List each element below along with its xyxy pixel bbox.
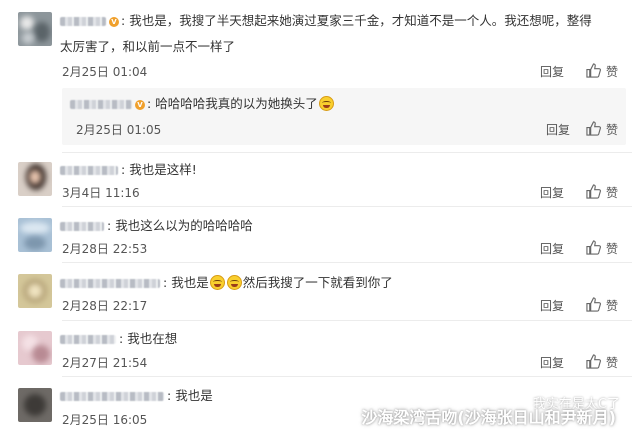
thumb-up-icon (586, 184, 601, 199)
comment-body: : 我也是这样! (60, 159, 197, 180)
laughing-emoji-icon (209, 275, 225, 290)
comment-text: 我也是 (171, 275, 209, 290)
avatar[interactable] (18, 162, 52, 196)
comment-text-continued: 太厉害了，和以前一点不一样了 (60, 39, 236, 54)
thumb-up-icon (586, 240, 601, 255)
like-button[interactable]: 赞 (586, 240, 618, 257)
avatar[interactable] (18, 218, 52, 252)
avatar[interactable] (18, 331, 52, 365)
username[interactable] (60, 17, 106, 26)
username[interactable] (60, 166, 118, 175)
like-button[interactable]: 赞 (586, 297, 618, 314)
comment-text: 我也是这样! (129, 162, 197, 177)
comment-time: 2月28日 22:53 (62, 242, 148, 256)
comment-body: : 我也在想 (60, 328, 177, 349)
verified-badge-icon: V (135, 99, 145, 110)
username[interactable] (70, 100, 132, 109)
thumb-up-icon (586, 121, 601, 136)
laughing-emoji-icon (226, 275, 242, 290)
comment-body: V: 我也是，我搜了半天想起来她演过夏家三千金，才知道不是一个人。我还想呢，整得 (60, 10, 592, 31)
thumb-up-icon (586, 354, 601, 369)
laughing-emoji-icon (318, 96, 334, 111)
reply-button[interactable]: 回复 (540, 354, 564, 371)
comment-time: 2月28日 22:17 (62, 299, 148, 313)
reply-button[interactable]: 回复 (540, 297, 564, 314)
comment-time: 2月27日 21:54 (62, 356, 148, 370)
comment-text: 我也是，我搜了半天想起来她演过夏家三千金，才知道不是一个人。我还想呢，整得 (129, 13, 592, 28)
divider (62, 262, 632, 263)
like-button[interactable]: 赞 (586, 354, 618, 371)
divider (62, 152, 632, 153)
username[interactable] (60, 392, 164, 401)
sub-reply-text: 哈哈哈哈我真的以为她换头了 (155, 96, 318, 111)
comment-text: 我也是 (175, 388, 213, 403)
sub-reply-body: V: 哈哈哈哈我真的以为她换头了 (70, 93, 335, 114)
thumb-up-icon (586, 297, 601, 312)
verified-badge-icon: V (109, 16, 119, 27)
like-button[interactable]: 赞 (586, 184, 618, 201)
reply-button[interactable]: 回复 (540, 184, 564, 201)
avatar[interactable] (18, 274, 52, 308)
comment-body: : 我也是 (60, 385, 213, 406)
comment-time: 3月4日 11:16 (62, 186, 140, 200)
comment-time: 2月25日 16:05 (62, 413, 148, 427)
sub-reply-time: 2月25日 01:05 (76, 123, 162, 137)
avatar[interactable] (18, 388, 52, 422)
comment-body: : 我也是 然后我搜了一下就看到你了 (60, 272, 393, 293)
avatar[interactable] (18, 12, 52, 46)
like-button[interactable]: 赞 (586, 121, 618, 138)
like-button[interactable]: 赞 (586, 63, 618, 80)
comment-time: 2月25日 01:04 (62, 65, 148, 79)
reply-button[interactable]: 回复 (540, 63, 564, 80)
username[interactable] (60, 335, 116, 344)
comment-text: 我也在想 (127, 331, 178, 346)
divider (62, 376, 632, 377)
reply-button[interactable]: 回复 (540, 240, 564, 257)
reply-button[interactable]: 回复 (546, 121, 570, 138)
comment-body: : 我也这么以为的哈哈哈哈 (60, 215, 253, 236)
comment-text: 我也这么以为的哈哈哈哈 (115, 218, 253, 233)
comment-text: 然后我搜了一下就看到你了 (242, 275, 393, 290)
sub-reply: V: 哈哈哈哈我真的以为她换头了 2月25日 01:05 回复 赞 (62, 88, 626, 145)
username[interactable] (60, 222, 104, 231)
username[interactable] (60, 279, 160, 288)
divider (62, 206, 632, 207)
thumb-up-icon (586, 63, 601, 78)
watermark-text: 沙海梁湾舌吻(沙海张日山和尹新月) (361, 408, 616, 427)
divider (62, 320, 632, 321)
